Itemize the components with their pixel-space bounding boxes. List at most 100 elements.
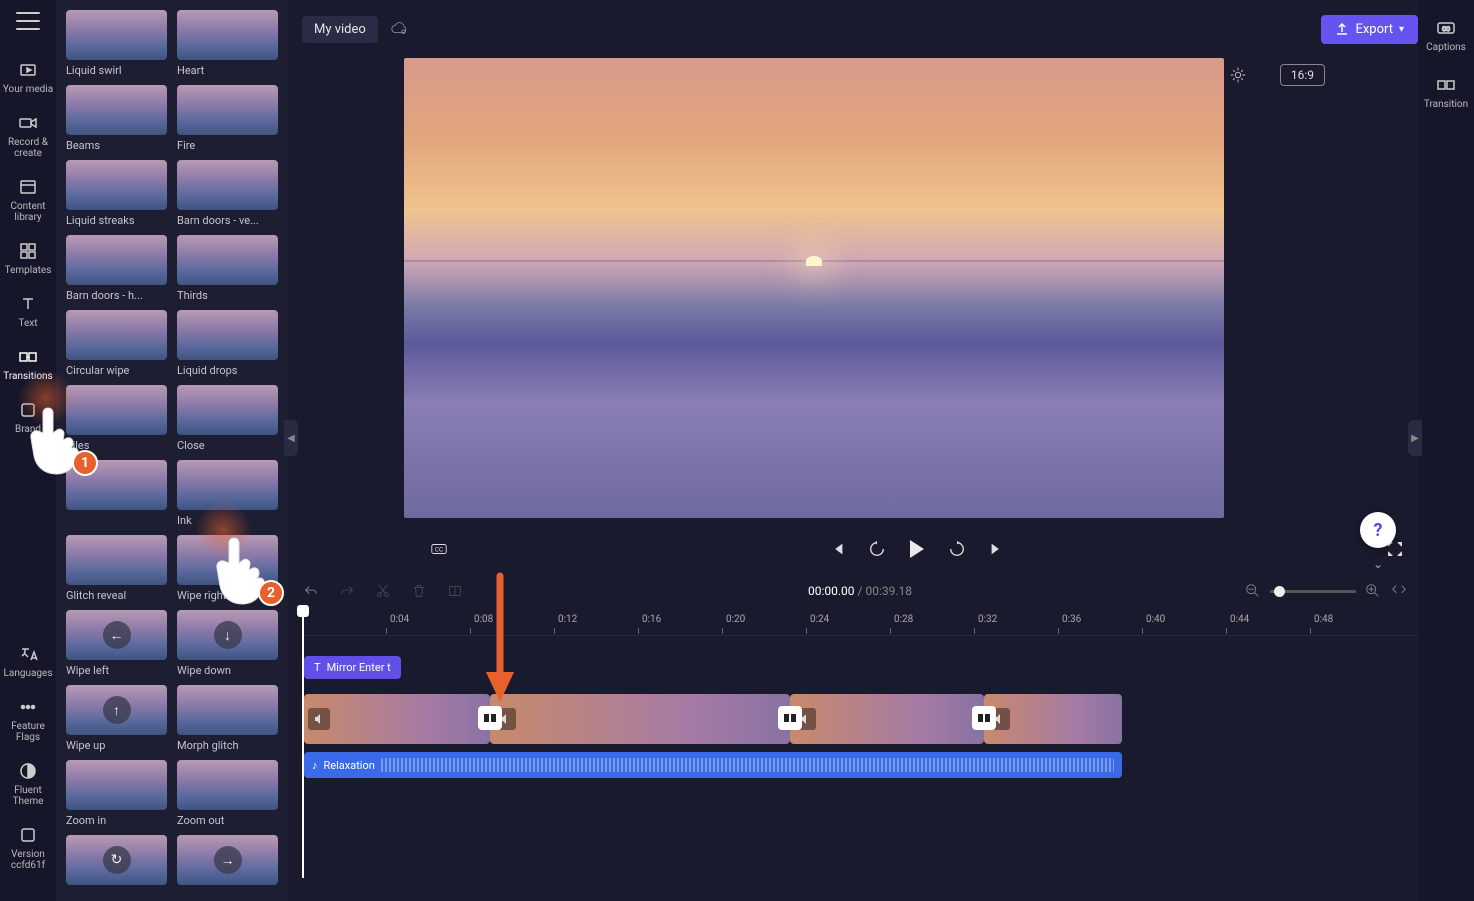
nav-content-library[interactable]: Content library [0, 177, 56, 223]
transition-item[interactable]: ↑Wipe up [66, 685, 167, 752]
video-clip[interactable] [304, 694, 490, 744]
nav-feature-flags[interactable]: Feature Flags [0, 697, 56, 743]
zoom-out-button[interactable] [1244, 582, 1262, 600]
zoom-in-button[interactable] [1364, 582, 1382, 600]
transition-item[interactable]: Ink [177, 460, 278, 527]
transition-thumb [66, 385, 167, 435]
transition-item[interactable]: ←Wipe left [66, 610, 167, 677]
transition-item[interactable]: Heart [177, 10, 278, 77]
current-time: 00:00.00 [808, 584, 855, 598]
right-panel-collapse-button[interactable]: ▶ [1408, 420, 1422, 456]
transition-label: Wipe up [66, 739, 167, 752]
transition-thumb [66, 235, 167, 285]
transition-item[interactable]: Morph glitch [177, 685, 278, 752]
transition-item[interactable]: Thirds [177, 235, 278, 302]
preview-area: 16:9 CC [302, 56, 1339, 566]
help-button[interactable]: ? [1360, 512, 1396, 548]
nav-transition-props[interactable]: Transition [1424, 75, 1468, 110]
transition-item[interactable]: Barn doors - h... [66, 235, 167, 302]
transition-marker[interactable] [972, 706, 996, 730]
video-track[interactable]: T Mirror Enter t [302, 694, 1418, 746]
playhead[interactable] [302, 608, 304, 878]
nav-fluent-theme[interactable]: Fluent Theme [0, 761, 56, 807]
transition-item[interactable]: Beams [66, 85, 167, 152]
transition-item[interactable]: Barn doors - ve... [177, 160, 278, 227]
nav-version[interactable]: Version ccfd61f [0, 825, 56, 871]
transition-item[interactable]: Glitch reveal [66, 535, 167, 602]
timeline[interactable]: 0:040:080:120:160:200:240:280:320:360:40… [302, 608, 1418, 901]
right-nav: CC Captions Transition [1418, 0, 1474, 901]
transition-marker[interactable] [778, 706, 802, 730]
nav-record-create[interactable]: Record & create [0, 113, 56, 159]
skip-end-button[interactable] [986, 538, 1008, 560]
transition-item[interactable]: ↻ [66, 835, 167, 889]
transition-item[interactable]: Liquid drops [177, 310, 278, 377]
nav-templates[interactable]: Templates [5, 241, 52, 276]
transition-item[interactable]: Fire [177, 85, 278, 152]
transition-label: Zoom out [177, 814, 278, 827]
transition-label: Wipe left [66, 664, 167, 677]
audio-clip[interactable]: ♪ Relaxation [304, 752, 1122, 778]
export-label: Export [1355, 22, 1393, 37]
transition-marker[interactable] [478, 706, 502, 730]
transition-label: Tiles [66, 439, 167, 452]
rewind-button[interactable] [866, 538, 888, 560]
transition-item[interactable]: Zoom out [177, 760, 278, 827]
skip-start-button[interactable] [826, 538, 848, 560]
transition-item[interactable]: Wipe right [177, 535, 278, 602]
nav-label: Text [18, 318, 37, 329]
nav-captions[interactable]: CC Captions [1426, 18, 1466, 53]
cc-button[interactable]: CC [428, 538, 450, 560]
nav-your-media[interactable]: Your media [3, 60, 53, 95]
transition-label: Circular wipe [66, 364, 167, 377]
transition-label: Wipe down [177, 664, 278, 677]
transition-item[interactable]: Liquid streaks [66, 160, 167, 227]
nav-transitions[interactable]: Transitions [3, 347, 52, 382]
transition-item[interactable]: Liquid swirl [66, 10, 167, 77]
redo-button[interactable] [338, 582, 356, 600]
version-icon [18, 825, 38, 845]
panel-collapse-button[interactable]: ◀ [284, 420, 298, 456]
transition-item[interactable]: Zoom in [66, 760, 167, 827]
video-clip[interactable] [790, 694, 984, 744]
timeline-ruler[interactable]: 0:040:080:120:160:200:240:280:320:360:40… [302, 608, 1418, 636]
fit-button[interactable] [1390, 582, 1408, 600]
audio-track[interactable]: ♪ Relaxation [302, 752, 1418, 778]
clip-volume-icon[interactable] [308, 708, 330, 730]
split-button[interactable] [446, 582, 464, 600]
transition-item[interactable] [66, 460, 167, 527]
help-collapse-button[interactable]: ⌄ [1360, 556, 1396, 572]
transition-item[interactable]: Circular wipe [66, 310, 167, 377]
media-icon [18, 60, 38, 80]
undo-button[interactable] [302, 582, 320, 600]
delete-button[interactable] [410, 582, 428, 600]
forward-button[interactable] [946, 538, 968, 560]
transition-label: Beams [66, 139, 167, 152]
nav-languages[interactable]: Languages [4, 644, 53, 679]
audio-label: Relaxation [324, 759, 375, 772]
transition-item[interactable]: Close [177, 385, 278, 452]
cut-button[interactable] [374, 582, 392, 600]
video-clip[interactable] [490, 694, 790, 744]
nav-brand[interactable]: Brand [15, 400, 41, 435]
aspect-ratio-button[interactable]: 16:9 [1280, 64, 1325, 86]
text-clip-tag[interactable]: T Mirror Enter t [304, 656, 401, 679]
hamburger-icon[interactable] [16, 12, 40, 30]
cloud-save-icon[interactable] [390, 20, 408, 38]
transition-item[interactable]: ↓ Wipe down [177, 610, 278, 677]
export-button[interactable]: Export ▾ [1321, 15, 1418, 44]
preview-canvas[interactable] [404, 58, 1224, 518]
video-clip[interactable] [984, 694, 1122, 744]
transition-label: Glitch reveal [66, 589, 167, 602]
transition-thumb [66, 760, 167, 810]
transition-item[interactable]: Tiles [66, 385, 167, 452]
settings-icon[interactable] [1229, 66, 1247, 84]
nav-text[interactable]: Text [18, 294, 38, 329]
transition-thumb: ↓ [177, 610, 278, 660]
nav-label: Record & create [0, 137, 56, 159]
transition-item[interactable]: → [177, 835, 278, 889]
nav-label: Transition [1424, 99, 1468, 110]
play-button[interactable] [906, 538, 928, 560]
zoom-slider[interactable] [1270, 590, 1356, 593]
video-title[interactable]: My video [302, 16, 378, 43]
